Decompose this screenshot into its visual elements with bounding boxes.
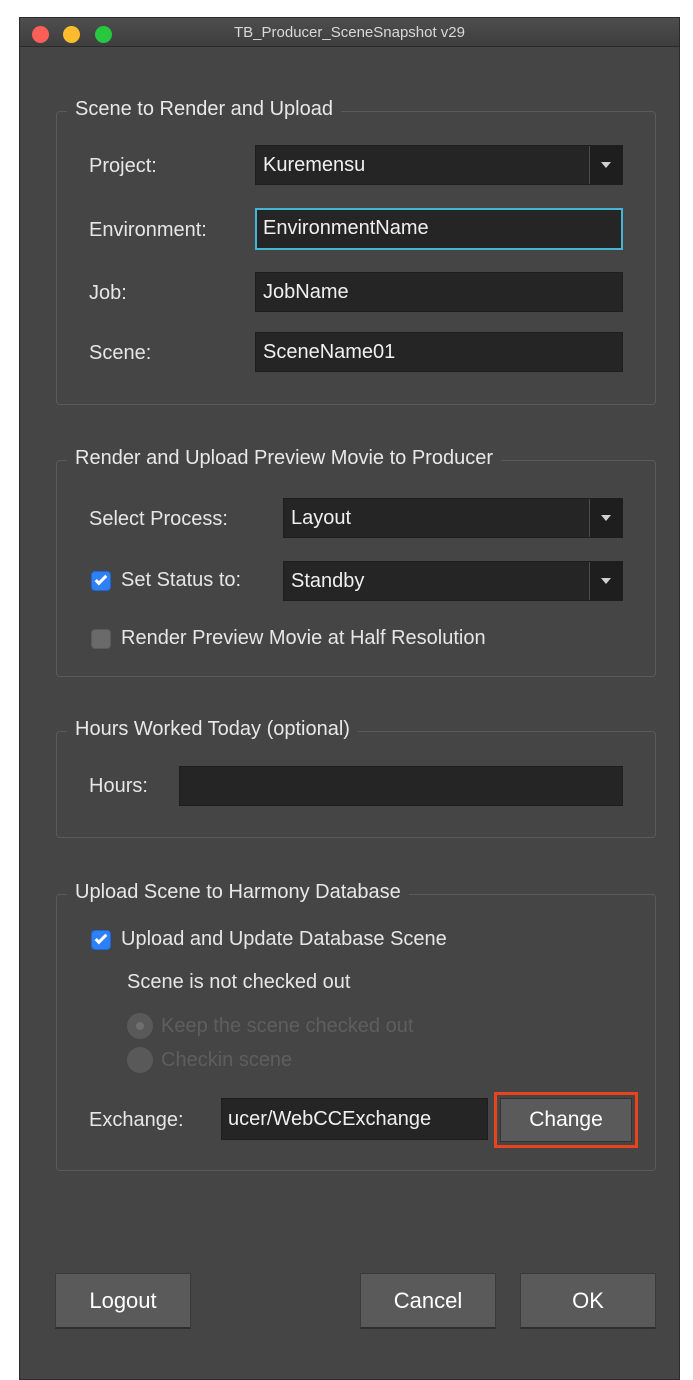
scene-group: Scene to Render and Upload Project: Kure… bbox=[56, 98, 656, 405]
upload-group: Upload Scene to Harmony Database Upload … bbox=[56, 881, 656, 1171]
chevron-down-icon[interactable] bbox=[589, 499, 622, 537]
upload-update-label[interactable]: Upload and Update Database Scene bbox=[121, 928, 447, 951]
project-dropdown[interactable]: Kuremensu bbox=[255, 145, 623, 185]
radio-dot-icon bbox=[136, 1022, 144, 1030]
upload-update-checkbox[interactable] bbox=[91, 930, 111, 950]
environment-field[interactable]: EnvironmentName bbox=[255, 208, 623, 250]
set-status-checkbox[interactable] bbox=[91, 571, 111, 591]
logout-button[interactable]: Logout bbox=[55, 1273, 191, 1329]
change-button[interactable]: Change bbox=[500, 1098, 632, 1142]
environment-label: Environment: bbox=[89, 219, 207, 241]
hours-group-legend: Hours Worked Today (optional) bbox=[67, 718, 358, 741]
chevron-down-icon[interactable] bbox=[589, 562, 622, 600]
checkmark-icon bbox=[94, 931, 108, 945]
hours-label: Hours: bbox=[89, 775, 148, 797]
process-label: Select Process: bbox=[89, 508, 228, 530]
process-value: Layout bbox=[291, 507, 352, 529]
checkin-scene-label: Checkin scene bbox=[161, 1049, 293, 1071]
project-label: Project: bbox=[89, 155, 157, 177]
checkin-scene-radio bbox=[127, 1047, 153, 1073]
chevron-down-icon[interactable] bbox=[589, 146, 622, 184]
exchange-label: Exchange: bbox=[89, 1109, 184, 1131]
job-label: Job: bbox=[89, 282, 127, 304]
checkmark-icon bbox=[94, 572, 108, 586]
scene-group-legend: Scene to Render and Upload bbox=[67, 98, 341, 121]
process-dropdown[interactable]: Layout bbox=[283, 498, 623, 538]
set-status-label[interactable]: Set Status to: bbox=[121, 569, 241, 592]
cancel-button[interactable]: Cancel bbox=[360, 1273, 496, 1329]
hours-group: Hours Worked Today (optional) Hours: bbox=[56, 718, 656, 838]
title-bar[interactable]: TB_Producer_SceneSnapshot v29 bbox=[20, 18, 679, 47]
status-value: Standby bbox=[291, 570, 365, 592]
dialog-window: TB_Producer_SceneSnapshot v29 Scene to R… bbox=[19, 17, 680, 1380]
exchange-field[interactable]: ucer/WebCCExchange bbox=[221, 1098, 488, 1140]
upload-group-legend: Upload Scene to Harmony Database bbox=[67, 881, 409, 904]
render-group: Render and Upload Preview Movie to Produ… bbox=[56, 447, 656, 677]
hours-field[interactable] bbox=[179, 766, 623, 806]
project-value: Kuremensu bbox=[263, 154, 366, 176]
scene-field[interactable]: SceneName01 bbox=[255, 332, 623, 372]
checkout-status-text: Scene is not checked out bbox=[127, 971, 351, 993]
job-field[interactable]: JobName bbox=[255, 272, 623, 312]
scene-label: Scene: bbox=[89, 342, 152, 364]
keep-checked-out-radio bbox=[127, 1013, 153, 1039]
half-resolution-checkbox[interactable] bbox=[91, 629, 111, 649]
status-dropdown[interactable]: Standby bbox=[283, 561, 623, 601]
ok-button[interactable]: OK bbox=[520, 1273, 656, 1329]
window-title: TB_Producer_SceneSnapshot v29 bbox=[234, 24, 465, 41]
half-resolution-label[interactable]: Render Preview Movie at Half Resolution bbox=[121, 627, 486, 650]
render-group-legend: Render and Upload Preview Movie to Produ… bbox=[67, 447, 501, 470]
keep-checked-out-label: Keep the scene checked out bbox=[161, 1015, 414, 1037]
